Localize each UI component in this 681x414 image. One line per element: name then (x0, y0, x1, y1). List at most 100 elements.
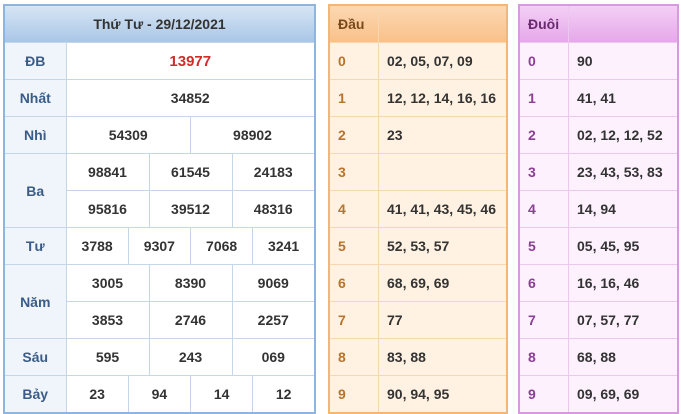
tail-digit-table: Đuôi 0 90 1 41, 41 2 02, 12, 12, 52 3 23, 43… (518, 4, 679, 414)
tail-row-0: 0 90 (518, 42, 679, 80)
prize-row-nam: Năm 3005 8390 9069 (3, 264, 316, 339)
prize-value: 243 (148, 338, 233, 376)
head-digit: 4 (328, 190, 379, 228)
tail-numbers: 05, 45, 95 (568, 227, 679, 265)
prize-value: 34852 (65, 79, 316, 117)
tail-table-title: Đuôi (518, 4, 569, 43)
head-digit: 3 (328, 153, 379, 191)
tail-numbers: 68, 88 (568, 338, 679, 376)
prize-value: 23 (65, 375, 129, 414)
prize-value: 98902 (190, 116, 316, 154)
tail-row-7: 7 07, 57, 77 (518, 301, 679, 339)
tail-digit: 5 (518, 227, 569, 265)
tail-numbers: 23, 43, 53, 83 (568, 153, 679, 191)
tail-digit: 2 (518, 116, 569, 154)
prize-label: Năm (3, 264, 67, 339)
head-row-7: 7 77 (328, 301, 508, 339)
results-header-row: Thứ Tư - 29/12/2021 (3, 4, 316, 43)
tail-digit: 8 (518, 338, 569, 376)
prize-value: 595 (65, 338, 150, 376)
head-row-2: 2 23 (328, 116, 508, 154)
lottery-results-table: Thứ Tư - 29/12/2021 ĐB 13977 Nhất 34852 … (3, 4, 316, 414)
tail-digit: 4 (518, 190, 569, 228)
prize-label: Tư (3, 227, 67, 265)
tail-row-2: 2 02, 12, 12, 52 (518, 116, 679, 154)
head-numbers: 12, 12, 14, 16, 16 (378, 79, 508, 117)
head-digit-table: Đầu 0 02, 05, 07, 09 1 12, 12, 14, 16, 16 … (328, 4, 508, 414)
head-row-1: 1 12, 12, 14, 16, 16 (328, 79, 508, 117)
prize-row-ba: Ba 98841 61545 24183 (3, 153, 316, 228)
tail-row-4: 4 14, 94 (518, 190, 679, 228)
tail-row-5: 5 05, 45, 95 (518, 227, 679, 265)
head-digit: 0 (328, 42, 379, 80)
prize-value: 9069 (231, 264, 316, 302)
head-row-4: 4 41, 41, 43, 45, 46 (328, 190, 508, 228)
prize-row-sau: Sáu 595 243 069 (3, 338, 316, 376)
head-table-header-row: Đầu (328, 4, 508, 43)
head-numbers: 41, 41, 43, 45, 46 (378, 190, 508, 228)
prize-value: 7068 (189, 227, 254, 265)
prize-value: 3005 (65, 264, 150, 302)
tail-digit: 9 (518, 375, 569, 414)
tail-numbers: 41, 41 (568, 79, 679, 117)
head-numbers (378, 153, 508, 191)
head-numbers: 23 (378, 116, 508, 154)
prize-value: 12 (252, 375, 316, 414)
prize-label: Sáu (3, 338, 67, 376)
prize-row-bay: Bảy 23 94 14 12 (3, 375, 316, 414)
head-numbers: 90, 94, 95 (378, 375, 508, 414)
head-digit: 9 (328, 375, 379, 414)
head-digit: 2 (328, 116, 379, 154)
prize-label: Ba (3, 153, 67, 228)
head-numbers: 68, 69, 69 (378, 264, 508, 302)
prize-value: 3853 (65, 301, 150, 339)
prize-value: 61545 (148, 153, 233, 191)
tail-numbers: 90 (568, 42, 679, 80)
prize-value: 8390 (148, 264, 233, 302)
head-numbers: 77 (378, 301, 508, 339)
prize-value: 48316 (231, 190, 316, 228)
prize-value: 13977 (65, 42, 316, 80)
prize-row-db: ĐB 13977 (3, 42, 316, 80)
prize-value: 95816 (65, 190, 150, 228)
prize-value: 14 (189, 375, 254, 414)
tail-numbers: 14, 94 (568, 190, 679, 228)
head-digit: 7 (328, 301, 379, 339)
prize-value: 9307 (127, 227, 192, 265)
tail-digit: 7 (518, 301, 569, 339)
head-digit: 6 (328, 264, 379, 302)
tail-table-header-blank (568, 4, 679, 43)
head-digit: 8 (328, 338, 379, 376)
head-row-3: 3 (328, 153, 508, 191)
tail-numbers: 16, 16, 46 (568, 264, 679, 302)
prize-label: Bảy (3, 375, 67, 414)
tail-digit: 0 (518, 42, 569, 80)
tail-table-header-row: Đuôi (518, 4, 679, 43)
tail-numbers: 02, 12, 12, 52 (568, 116, 679, 154)
results-date-title: Thứ Tư - 29/12/2021 (3, 4, 316, 43)
head-row-6: 6 68, 69, 69 (328, 264, 508, 302)
head-table-header-blank (378, 4, 508, 43)
head-table-title: Đầu (328, 4, 379, 43)
head-numbers: 52, 53, 57 (378, 227, 508, 265)
prize-label: ĐB (3, 42, 67, 80)
prize-row-nhat: Nhất 34852 (3, 79, 316, 117)
prize-value: 98841 (65, 153, 150, 191)
tail-numbers: 07, 57, 77 (568, 301, 679, 339)
prize-label: Nhì (3, 116, 67, 154)
prize-value: 94 (127, 375, 192, 414)
head-row-5: 5 52, 53, 57 (328, 227, 508, 265)
prize-value: 54309 (65, 116, 191, 154)
prize-label: Nhất (3, 79, 67, 117)
tail-numbers: 09, 69, 69 (568, 375, 679, 414)
prize-value: 24183 (231, 153, 316, 191)
head-digit: 1 (328, 79, 379, 117)
tail-row-6: 6 16, 16, 46 (518, 264, 679, 302)
tail-row-3: 3 23, 43, 53, 83 (518, 153, 679, 191)
head-row-9: 9 90, 94, 95 (328, 375, 508, 414)
tail-row-8: 8 68, 88 (518, 338, 679, 376)
head-numbers: 83, 88 (378, 338, 508, 376)
tail-row-9: 9 09, 69, 69 (518, 375, 679, 414)
head-numbers: 02, 05, 07, 09 (378, 42, 508, 80)
head-digit: 5 (328, 227, 379, 265)
